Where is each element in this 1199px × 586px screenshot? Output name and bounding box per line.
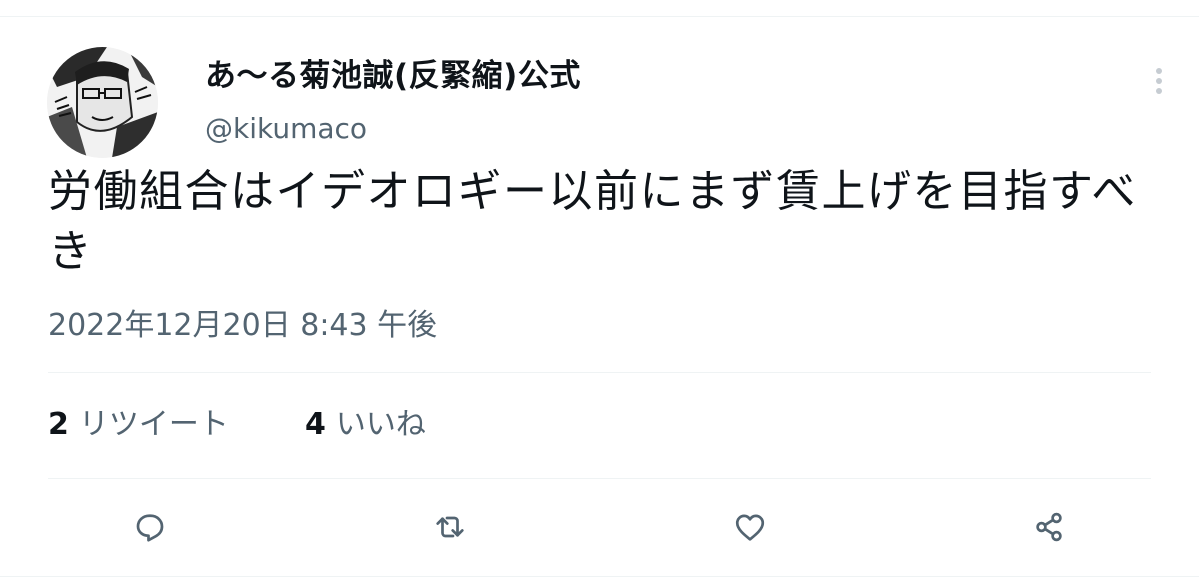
retweet-icon [436,516,464,538]
top-divider [0,16,1199,17]
share-button[interactable] [1028,506,1070,548]
more-options-icon[interactable] [1148,64,1170,98]
retweet-button[interactable] [429,506,471,548]
like-button[interactable] [729,506,771,548]
reply-icon [136,514,164,542]
reply-button[interactable] [129,506,171,548]
heart-icon [735,514,765,541]
timestamp[interactable]: 2022年12月20日 8:43 午後 [48,306,437,346]
handle[interactable]: @kikumaco [205,111,367,147]
display-name[interactable]: あ〜る菊池誠(反緊縮)公式 [205,56,581,96]
retweets-label: リツイート [78,407,229,442]
divider-stats-top [48,372,1151,373]
likes-label: いいね [335,407,426,442]
retweets-count: 2 [48,407,69,442]
divider-actions-top [48,478,1151,479]
bottom-divider [0,576,1199,577]
likes-stat[interactable]: 4 いいね [305,404,426,446]
likes-count: 4 [305,407,326,442]
share-icon [1036,512,1062,542]
avatar[interactable] [47,47,158,158]
retweets-stat[interactable]: 2 リツイート [48,404,229,446]
tweet-text: 労働組合はイデオロギー以前にまず賃上げを目指すべき [48,166,1137,277]
